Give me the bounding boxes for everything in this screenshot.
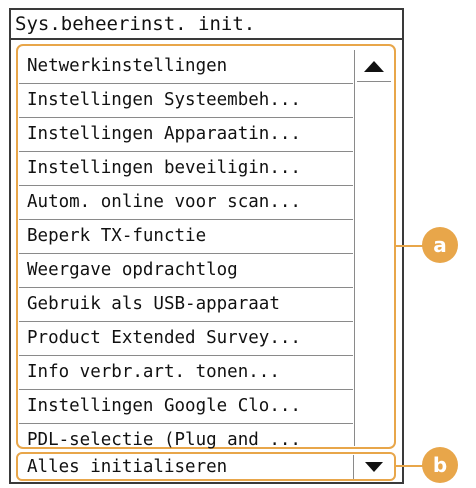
dropdown-button[interactable] [357, 455, 391, 479]
menu-item-restrict-tx-function[interactable]: Beperk TX-functie [19, 220, 353, 254]
scroll-up-button[interactable] [357, 52, 391, 82]
menu-item-google-cloud-settings[interactable]: Instellingen Google Clo... [19, 390, 353, 424]
title-divider [11, 38, 402, 40]
menu-item-auto-online-scan[interactable]: Autom. online voor scan... [19, 186, 353, 220]
menu-item-network-settings[interactable]: Netwerkinstellingen [19, 50, 353, 84]
initialize-selector-value[interactable]: Alles initialiseren [20, 455, 354, 479]
triangle-down-icon [365, 462, 383, 472]
scroll-column-divider [354, 50, 355, 446]
menu-list: Netwerkinstellingen Instellingen Systeem… [19, 50, 353, 456]
menu-item-system-management-settings[interactable]: Instellingen Systeembeh... [19, 84, 353, 118]
callout-a-badge: a [422, 227, 458, 263]
callout-b-leader [395, 465, 425, 467]
callout-b-badge: b [422, 447, 458, 483]
settings-panel: Sys.beheerinst. init. Netwerkinstellinge… [9, 8, 404, 484]
menu-item-consumables-info[interactable]: Info verbr.art. tonen... [19, 356, 353, 390]
menu-item-use-as-usb-device[interactable]: Gebruik als USB-apparaat [19, 288, 353, 322]
menu-item-product-extended-survey[interactable]: Product Extended Survey... [19, 322, 353, 356]
menu-item-device-info-settings[interactable]: Instellingen Apparaatin... [19, 118, 353, 152]
screen-title: Sys.beheerinst. init. [15, 13, 256, 35]
menu-item-job-log-display[interactable]: Weergave opdrachtlog [19, 254, 353, 288]
triangle-up-icon [364, 61, 384, 72]
callout-a-leader [395, 245, 425, 247]
menu-item-security-settings[interactable]: Instellingen beveiligin... [19, 152, 353, 186]
